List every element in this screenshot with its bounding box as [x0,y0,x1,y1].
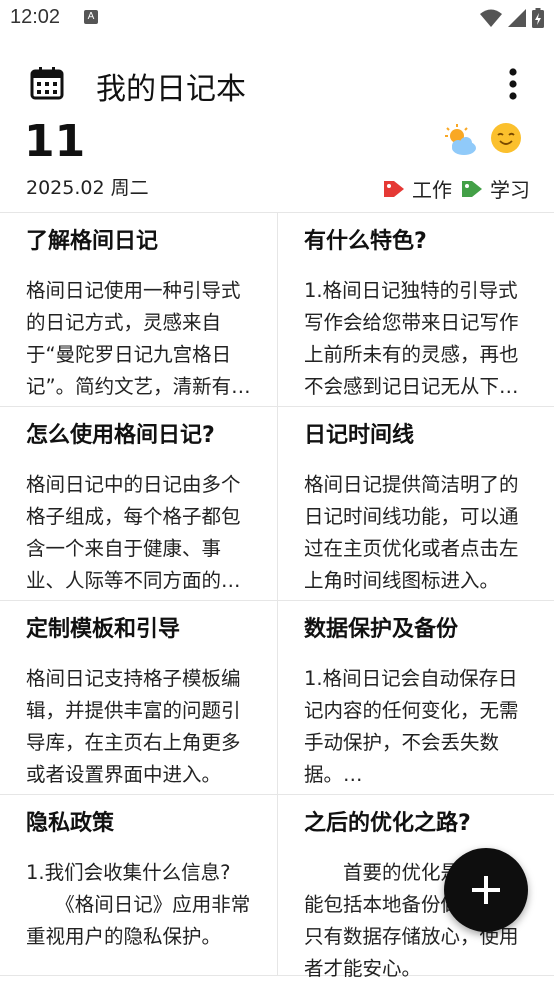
app-bar: 我的日记本 [0,56,554,112]
status-icons [480,8,544,28]
card-title: 了解格间日记 [26,229,159,254]
card-title: 日记时间线 [304,423,415,448]
card-body: 格间日记中的日记由多个格子组成，每个格子都包含一个来自于健康、事业、人际等不同方… [26,473,241,592]
diary-card[interactable]: 数据保护及备份 1.格间日记会自动保存日记内容的任何变化，无需手动保护，不会丢失… [277,601,554,794]
card-body: 1.格间日记独特的引导式写作会给您带来日记写作上前所未有的灵感，再也不会感到记日… [304,279,519,398]
app-title: 我的日记本 [96,72,246,107]
grid-row: 了解格间日记 格间日记使用一种引导式的日记方式，灵感来自于“曼陀罗日记九宫格日记… [0,213,554,407]
add-diary-button[interactable] [444,848,528,932]
card-title: 有什么特色? [304,229,427,254]
card-title: 之后的优化之路? [304,811,471,836]
tag-icon [462,180,482,197]
date-day: 11 [24,116,86,167]
tag-label: 工作 [412,178,452,202]
date-month-weekday: 2025.02 周二 [26,177,149,199]
card-title: 定制模板和引导 [26,617,181,642]
card-body: 格间日记提供简洁明了的日记时间线功能，可以通过在主页优化或者点击左上角时间线图标… [304,473,519,592]
partly-cloudy-icon[interactable] [442,122,478,158]
tag-list: 工作 学习 [382,174,530,203]
signal-icon [508,9,526,27]
tag-study[interactable]: 学习 [460,174,530,203]
card-body: 1.格间日记会自动保存日记内容的任何变化，无需手动保护，不会丢失数据。 2.支持… [304,667,519,786]
more-vert-icon[interactable] [508,68,518,100]
diary-card[interactable]: 日记时间线 格间日记提供简洁明了的日记时间线功能，可以通过在主页优化或者点击左上… [277,407,554,600]
diary-card[interactable]: 定制模板和引导 格间日记支持格子模板编辑，并提供丰富的问题引导库，在主页右上角更… [0,601,277,794]
card-body: 1.我们会收集什么信息? 《格间日记》应用非常重视用户的隐私保护。 [26,861,251,948]
notification-icon: A [84,10,98,24]
smiling-face-icon[interactable] [490,122,522,154]
card-title: 数据保护及备份 [304,617,459,642]
battery-icon [532,8,544,28]
diary-card[interactable]: 有什么特色? 1.格间日记独特的引导式写作会给您带来日记写作上前所未有的灵感，再… [277,213,554,406]
tag-label: 学习 [490,178,530,202]
card-title: 隐私政策 [26,811,115,836]
calendar-icon[interactable] [30,66,64,100]
status-bar: 12:02 A [0,0,554,38]
diary-card[interactable]: 了解格间日记 格间日记使用一种引导式的日记方式，灵感来自于“曼陀罗日记九宫格日记… [0,213,277,406]
card-body: 格间日记使用一种引导式的日记方式，灵感来自于“曼陀罗日记九宫格日记”。简约文艺，… [26,279,251,398]
wifi-icon [480,9,502,27]
card-title: 怎么使用格间日记? [26,423,215,448]
diary-card[interactable]: 怎么使用格间日记? 格间日记中的日记由多个格子组成，每个格子都包含一个来自于健康… [0,407,277,600]
grid-row: 怎么使用格间日记? 格间日记中的日记由多个格子组成，每个格子都包含一个来自于健康… [0,407,554,601]
add-icon [472,876,500,904]
status-time: 12:02 [10,6,61,28]
grid-row: 定制模板和引导 格间日记支持格子模板编辑，并提供丰富的问题引导库，在主页右上角更… [0,601,554,795]
tag-icon [384,180,404,197]
diary-card[interactable]: 隐私政策 1.我们会收集什么信息? 《格间日记》应用非常重视用户的隐私保护。 [0,795,277,975]
tag-work[interactable]: 工作 [382,174,452,203]
card-body: 格间日记支持格子模板编辑，并提供丰富的问题引导库，在主页右上角更多或者设置界面中… [26,667,241,786]
